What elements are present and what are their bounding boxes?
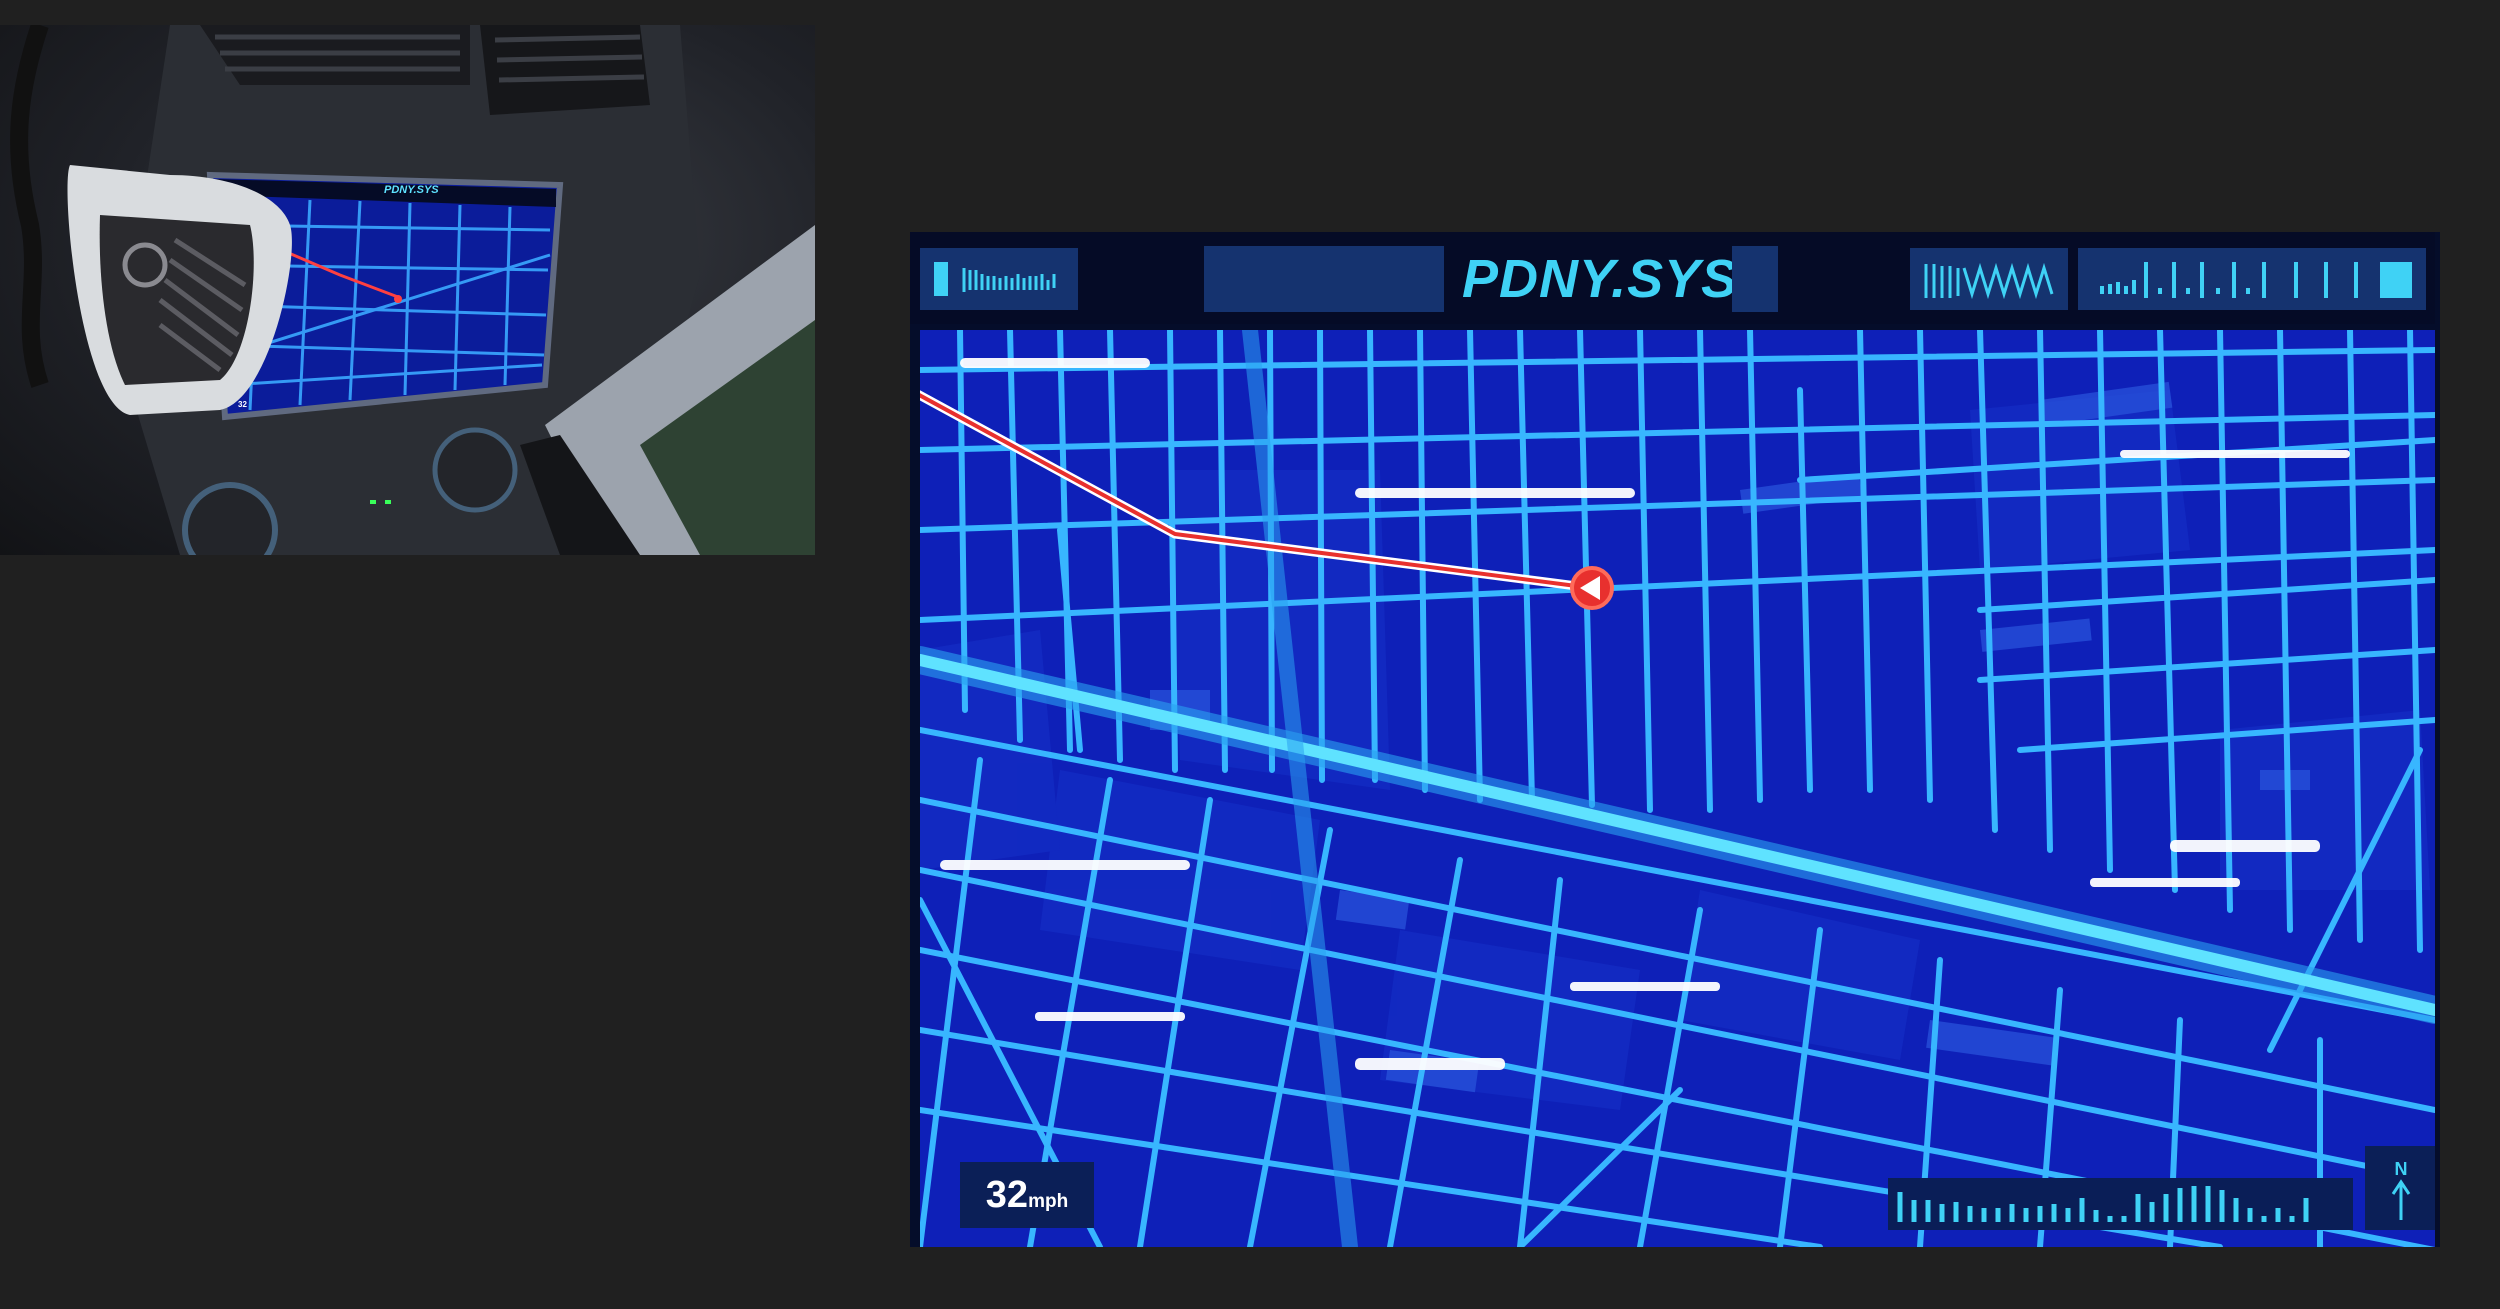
system-title: PDNY.SYS (1462, 249, 1739, 309)
speed-value: 32 (985, 1174, 1029, 1216)
photo-speed: 32 (238, 400, 247, 409)
signal-meter-bars (1897, 1186, 2309, 1222)
compass-label: N (2394, 1159, 2408, 1179)
status-panel-left (920, 248, 1078, 310)
top-status-bar: PDNY.SYS (910, 232, 2435, 324)
speed-readout: 32mph (960, 1162, 1094, 1228)
navigation-arrow-icon (1570, 566, 1614, 610)
status-panel-right (2078, 248, 2426, 310)
waveform-glyph (1924, 262, 2054, 300)
signal-meter (1888, 1178, 2353, 1230)
photo-screen-title: PDNY.SYS (384, 184, 439, 196)
header-block (1204, 246, 1444, 312)
reference-photo: PDNY.SYS 32 (0, 25, 815, 555)
speed-unit: mph (1028, 1191, 1069, 1212)
north-arrow-icon (2391, 1179, 2411, 1220)
header-block-right (1732, 246, 1778, 312)
signal-glyph-left (962, 268, 1056, 292)
nav-display: PDNY.SYS 32mph N (910, 232, 2440, 1247)
level-bars-glyph (2100, 262, 2412, 298)
status-panel-mid (1910, 248, 2068, 310)
street-map (920, 330, 2435, 1247)
compass[interactable]: N (2365, 1146, 2435, 1230)
map-view[interactable]: 32mph N (920, 330, 2435, 1247)
